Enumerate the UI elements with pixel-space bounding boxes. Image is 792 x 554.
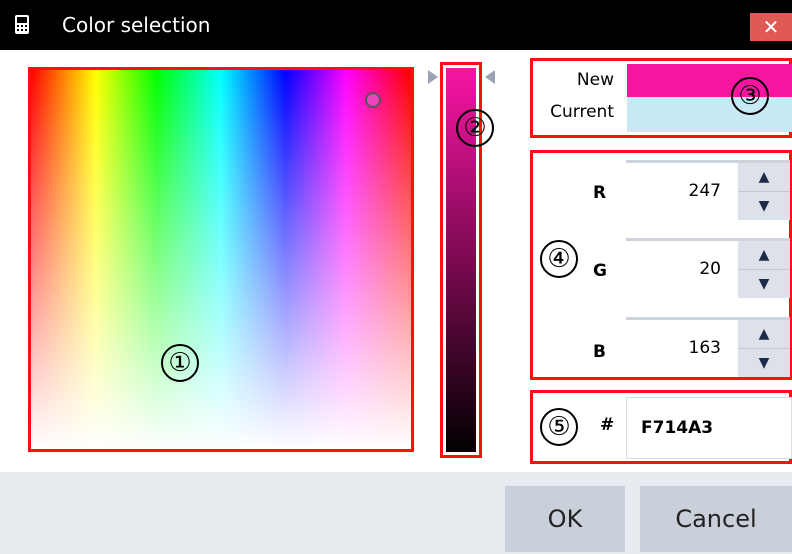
blue-label: B (593, 342, 606, 362)
blue-increment-button[interactable]: ▲ (738, 320, 790, 348)
rgb-inputs: ④ R 247 ▲ ▼ G 20 ▲ ▼ B 163 ▲ ▼ (530, 150, 792, 380)
current-label: Current (550, 102, 614, 122)
spectrum-picker-handle[interactable] (365, 92, 381, 108)
green-value-field[interactable]: 20 (626, 238, 739, 298)
callout-2: ② (456, 109, 494, 147)
ok-button[interactable]: OK (505, 486, 625, 552)
red-label: R (593, 183, 607, 203)
intensity-right-arrow-icon (485, 70, 495, 84)
callout-4: ④ (540, 240, 578, 278)
window-title: Color selection (62, 13, 211, 37)
callout-1: ① (161, 344, 199, 382)
blue-stepper: ▲ ▼ (738, 317, 790, 377)
spectrum-saturation-fade (31, 70, 411, 449)
hex-value-field[interactable]: F714A3 (626, 397, 792, 459)
green-label: G (593, 261, 607, 281)
intensity-left-arrow-icon (428, 70, 438, 84)
green-stepper: ▲ ▼ (738, 238, 790, 298)
hex-prefix: # (600, 415, 615, 435)
blue-value-field[interactable]: 163 (626, 317, 739, 377)
new-label: New (576, 70, 614, 90)
color-spectrum[interactable]: ① (28, 67, 414, 452)
callout-5: ⑤ (540, 408, 578, 446)
cancel-button[interactable]: Cancel (640, 486, 792, 552)
color-preview: New Current ③ (530, 58, 792, 138)
red-value-field[interactable]: 247 (626, 160, 739, 220)
green-decrement-button[interactable]: ▼ (738, 269, 790, 297)
red-increment-button[interactable]: ▲ (738, 163, 790, 191)
hex-input: ⑤ # F714A3 (530, 390, 792, 464)
close-icon: ✕ (762, 15, 780, 39)
red-stepper: ▲ ▼ (738, 160, 790, 220)
close-button[interactable]: ✕ (750, 13, 792, 41)
callout-3: ③ (731, 77, 769, 115)
calculator-icon (15, 15, 29, 34)
green-increment-button[interactable]: ▲ (738, 241, 790, 269)
blue-decrement-button[interactable]: ▼ (738, 348, 790, 376)
red-decrement-button[interactable]: ▼ (738, 191, 790, 219)
title-bar: Color selection ✕ (0, 0, 792, 50)
